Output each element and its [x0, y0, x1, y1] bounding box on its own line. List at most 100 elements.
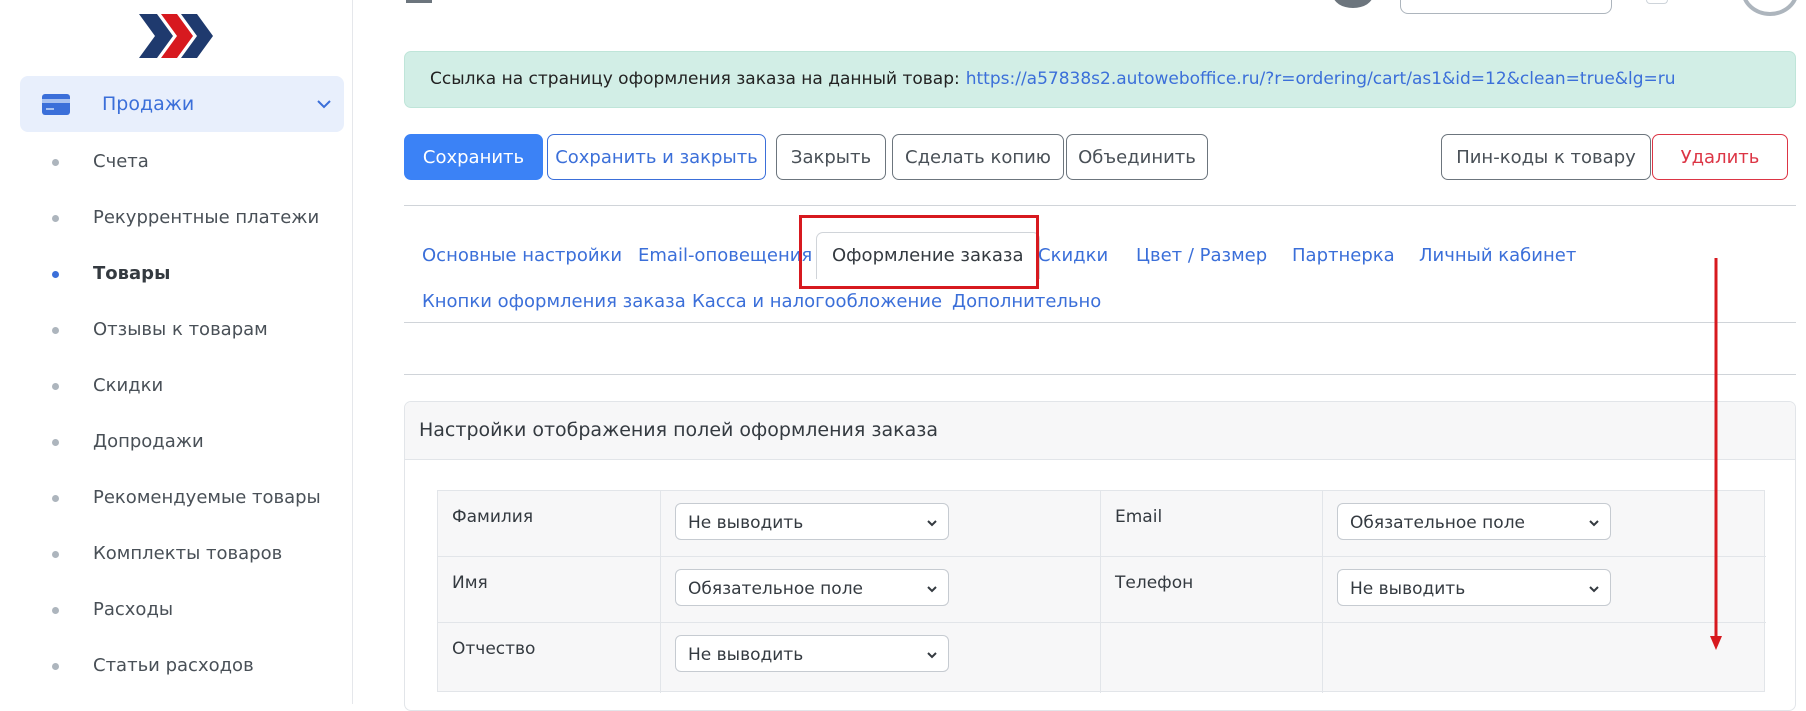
select-value: Не выводить: [688, 645, 804, 665]
notification-icon[interactable]: [1333, 0, 1373, 8]
tab-discounts[interactable]: Скидки: [1038, 245, 1108, 266]
field-label-cell: Телефон: [1101, 557, 1323, 623]
chevron-down-icon[interactable]: [316, 96, 332, 112]
sidebar-item-label: Комплекты товаров: [93, 543, 283, 564]
field-select-cell: Обязательное поле: [661, 557, 1101, 623]
tabs-bottom-border: [404, 322, 1796, 323]
bullet-icon: [52, 495, 59, 502]
field-label-cell: Имя: [438, 557, 661, 623]
tab-cashbox-tax[interactable]: Касса и налогообложение: [692, 291, 942, 312]
bullet-icon: [52, 327, 59, 334]
sidebar-item-label: Рекомендуемые товары: [93, 487, 321, 508]
field-label-email: Email: [1115, 507, 1163, 527]
field-select-cell: Не выводить: [661, 623, 1101, 693]
tab-checkout-buttons[interactable]: Кнопки оформления заказа: [422, 291, 686, 312]
bullet-icon: [52, 607, 59, 614]
merge-button[interactable]: Объединить: [1066, 134, 1208, 180]
sidebar-item-label: Рекуррентные платежи: [93, 207, 320, 228]
save-and-close-button[interactable]: Сохранить и закрыть: [547, 134, 766, 180]
phone-select[interactable]: Не выводить: [1337, 569, 1611, 606]
bullet-icon: [52, 159, 59, 166]
menu-toggle-icon[interactable]: [406, 0, 432, 3]
card-title: Настройки отображения полей оформления з…: [419, 419, 938, 441]
sidebar-item-recommended[interactable]: Рекомендуемые товары: [5, 478, 345, 518]
bullet-icon: [52, 383, 59, 390]
divider: [404, 205, 1796, 206]
sidebar: Продажи Счета Рекуррентные платежи Товар…: [5, 0, 353, 704]
sidebar-item-label: Отзывы к товарам: [93, 319, 268, 340]
field-label-last-name: Фамилия: [452, 507, 534, 527]
sidebar-item-bundles[interactable]: Комплекты товаров: [5, 534, 345, 574]
sidebar-item-products[interactable]: Товары: [5, 254, 345, 294]
email-select[interactable]: Обязательное поле: [1337, 503, 1611, 540]
chevron-down-icon: [1589, 520, 1599, 527]
tab-personal-account[interactable]: Личный кабинет: [1419, 245, 1576, 266]
delete-button[interactable]: Удалить: [1652, 134, 1788, 180]
field-label-cell: Фамилия: [438, 491, 661, 557]
sidebar-item-label: Счета: [93, 151, 149, 172]
field-select-cell: Обязательное поле: [1323, 491, 1766, 557]
pin-codes-button[interactable]: Пин-коды к товару: [1441, 134, 1651, 180]
bullet-icon: [52, 439, 59, 446]
fields-table: Фамилия Не выводить Email Обязательное п…: [437, 490, 1766, 693]
sidebar-item-label: Товары: [93, 263, 171, 284]
alert-text: Ссылка на страницу оформления заказа на …: [430, 69, 1676, 89]
chevron-down-icon: [927, 652, 937, 659]
tab-affiliate[interactable]: Партнерка: [1292, 245, 1395, 266]
search-input[interactable]: [1400, 0, 1612, 14]
checkout-fields-card: Настройки отображения полей оформления з…: [404, 401, 1796, 711]
field-label-cell: Отчество: [438, 623, 661, 693]
chevron-down-icon: [1589, 586, 1599, 593]
select-value: Не выводить: [1350, 579, 1466, 599]
chevron-down-icon: [927, 586, 937, 593]
sidebar-item-expenses[interactable]: Расходы: [5, 590, 345, 630]
patronymic-select[interactable]: Не выводить: [675, 635, 949, 672]
credit-card-icon: [42, 94, 70, 115]
empty-cell: [1101, 623, 1323, 693]
copy-button[interactable]: Сделать копию: [892, 134, 1064, 180]
tab-main-settings[interactable]: Основные настройки: [422, 245, 622, 266]
sidebar-item-expense-items[interactable]: Статьи расходов: [5, 646, 345, 686]
sidebar-section-label: Продажи: [102, 93, 195, 115]
field-label-patronymic: Отчество: [452, 639, 536, 659]
close-button[interactable]: Закрыть: [776, 134, 886, 180]
field-select-cell: Не выводить: [1323, 557, 1766, 623]
sidebar-section-sales[interactable]: Продажи: [20, 76, 344, 132]
annotation-arrow-down-icon: [1710, 258, 1722, 650]
chevron-down-icon: [927, 520, 937, 527]
sidebar-item-label: Статьи расходов: [93, 655, 254, 676]
sidebar-item-label: Допродажи: [93, 431, 204, 452]
tab-additional[interactable]: Дополнительно: [952, 291, 1101, 312]
bullet-icon: [52, 215, 59, 222]
sidebar-item-reviews[interactable]: Отзывы к товарам: [5, 310, 345, 350]
select-value: Обязательное поле: [1350, 513, 1526, 533]
first-name-select[interactable]: Обязательное поле: [675, 569, 949, 606]
field-label-first-name: Имя: [452, 573, 488, 593]
sidebar-item-recurring[interactable]: Рекуррентные платежи: [5, 198, 345, 238]
bullet-icon: [52, 663, 59, 670]
clipboard-icon[interactable]: [1646, 0, 1668, 4]
field-label-phone: Телефон: [1115, 573, 1194, 593]
empty-cell: [1323, 623, 1766, 693]
save-button[interactable]: Сохранить: [404, 134, 543, 180]
bullet-icon: [52, 551, 59, 558]
select-value: Не выводить: [688, 513, 804, 533]
tab-email-notifications[interactable]: Email-оповещения: [638, 245, 812, 266]
card-header: Настройки отображения полей оформления з…: [405, 402, 1795, 460]
chevron-logo-icon[interactable]: [137, 12, 217, 60]
sidebar-item-upsells[interactable]: Допродажи: [5, 422, 345, 462]
annotation-highlight-box: [799, 215, 1039, 289]
field-label-cell: Email: [1101, 491, 1323, 557]
sidebar-item-discounts[interactable]: Скидки: [5, 366, 345, 406]
sidebar-item-label: Скидки: [93, 375, 164, 396]
bullet-icon: [52, 271, 59, 278]
tab-color-size[interactable]: Цвет / Размер: [1136, 245, 1267, 266]
order-link-alert: Ссылка на страницу оформления заказа на …: [404, 51, 1796, 108]
alert-message: Ссылка на страницу оформления заказа на …: [430, 69, 960, 89]
divider: [404, 374, 1796, 375]
order-page-link[interactable]: https://a57838s2.autoweboffice.ru/?r=ord…: [966, 69, 1676, 89]
sidebar-item-invoices[interactable]: Счета: [5, 142, 345, 182]
field-select-cell: Не выводить: [661, 491, 1101, 557]
avatar[interactable]: [1741, 0, 1799, 16]
last-name-select[interactable]: Не выводить: [675, 503, 949, 540]
